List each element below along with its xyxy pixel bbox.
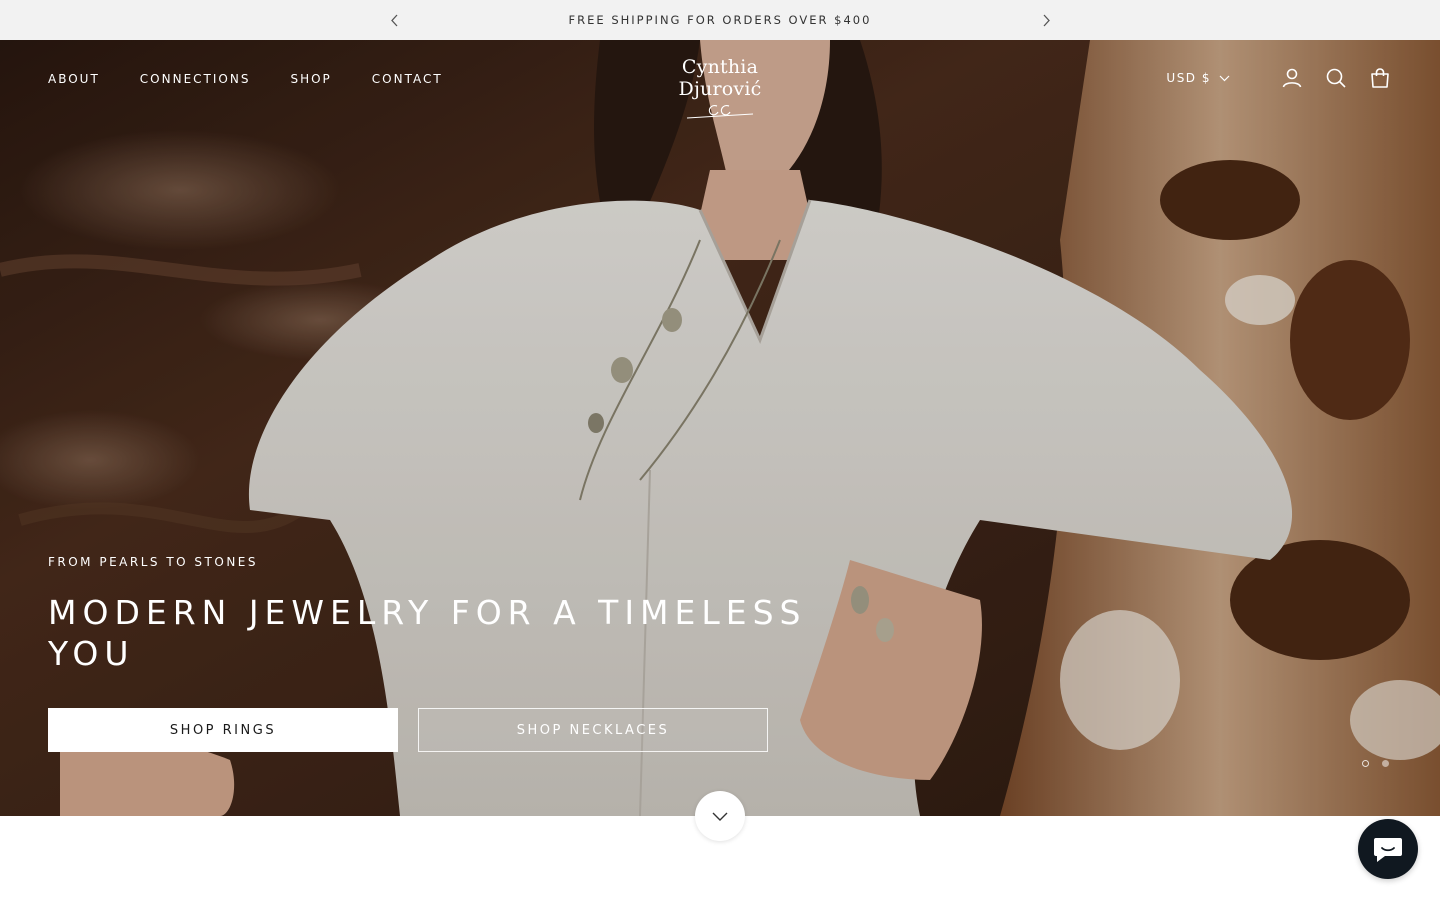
account-icon	[1282, 68, 1302, 88]
site-logo[interactable]: Cynthia Djurović	[640, 56, 800, 119]
main-nav: ABOUT CONNECTIONS SHOP CONTACT	[48, 72, 483, 86]
currency-label: USD $	[1166, 71, 1211, 85]
scroll-down-button[interactable]	[695, 791, 745, 841]
chevron-right-icon	[1043, 14, 1050, 26]
chevron-down-icon	[1219, 75, 1230, 81]
chevron-down-icon	[712, 812, 728, 821]
chat-button[interactable]	[1358, 819, 1418, 879]
shop-rings-button[interactable]: SHOP RINGS	[48, 708, 398, 752]
currency-selector[interactable]: USD $	[1166, 71, 1230, 85]
header-actions: USD $	[1166, 66, 1392, 90]
nav-item-connections[interactable]: CONNECTIONS	[140, 72, 251, 86]
announcement-next-button[interactable]	[1037, 11, 1055, 29]
hero-image	[0, 40, 1440, 816]
chat-icon	[1374, 837, 1402, 862]
hero-subtitle: FROM PEARLS TO STONES	[48, 555, 258, 569]
site-header: ABOUT CONNECTIONS SHOP CONTACT Cynthia D…	[0, 40, 1440, 119]
logo-monogram-icon	[686, 105, 754, 119]
hero-slideshow	[0, 40, 1440, 816]
search-button[interactable]	[1324, 66, 1348, 90]
slide-dot-1[interactable]	[1362, 760, 1369, 767]
hero-title: MODERN JEWELRY FOR A TIMELESS YOU	[48, 593, 807, 673]
shop-necklaces-button[interactable]: SHOP NECKLACES	[418, 708, 768, 752]
announcement-bar: FREE SHIPPING FOR ORDERS OVER $400	[0, 0, 1440, 40]
slide-dot-2[interactable]	[1382, 760, 1389, 767]
announcement-text: FREE SHIPPING FOR ORDERS OVER $400	[568, 13, 872, 27]
cart-button[interactable]	[1368, 66, 1392, 90]
nav-item-shop[interactable]: SHOP	[290, 72, 331, 86]
account-button[interactable]	[1280, 66, 1304, 90]
nav-item-contact[interactable]: CONTACT	[372, 72, 443, 86]
bag-icon	[1371, 68, 1389, 88]
logo-text: Cynthia Djurović	[678, 56, 762, 100]
slide-indicators	[1362, 760, 1389, 767]
nav-item-about[interactable]: ABOUT	[48, 72, 100, 86]
search-icon	[1326, 68, 1346, 88]
